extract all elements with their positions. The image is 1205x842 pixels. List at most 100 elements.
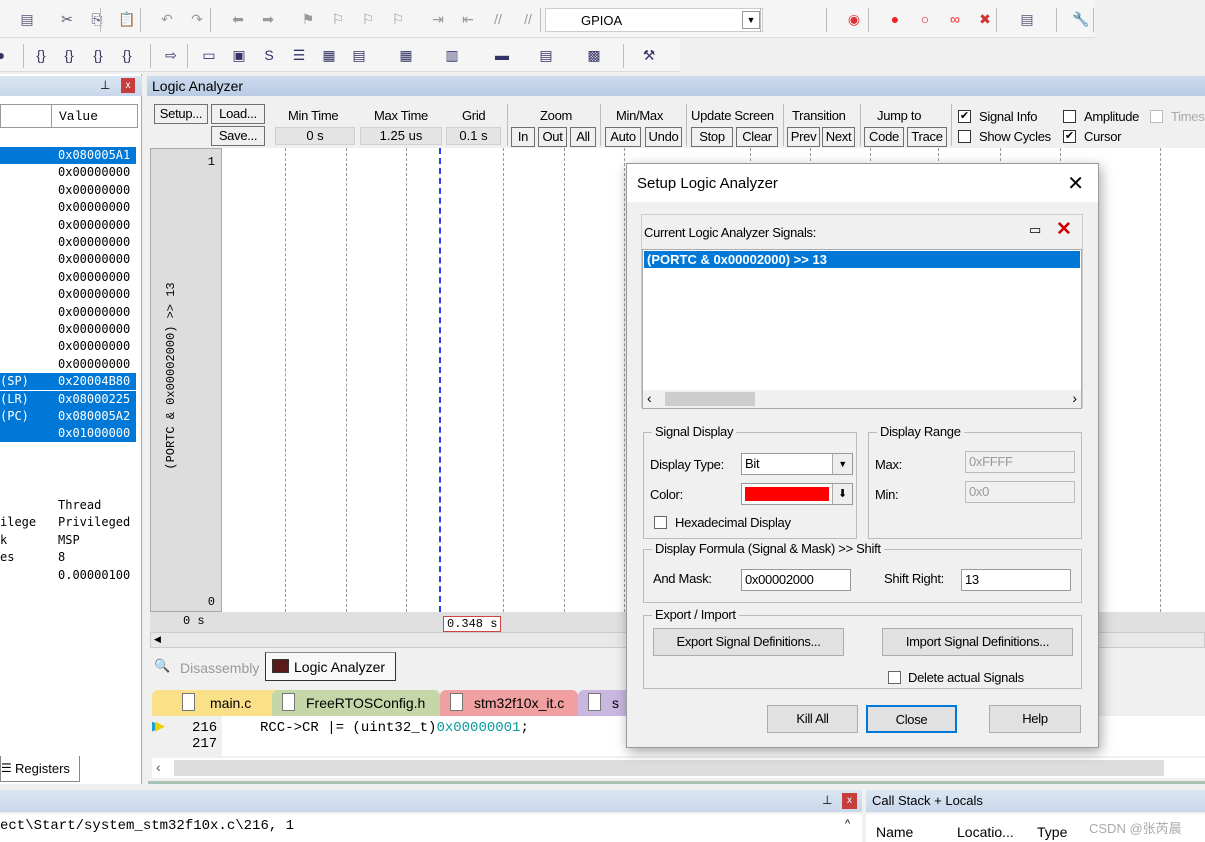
scroll-left-icon[interactable]: ‹	[156, 759, 161, 775]
and-mask-input[interactable]: 0x00002000	[741, 569, 851, 591]
registers-tab[interactable]: ☰ Registers	[0, 756, 80, 782]
signals-list[interactable]: (PORTC & 0x00002000) >> 13 ‹ ›	[642, 249, 1082, 409]
signal-name-label[interactable]: (PORTC & 0x00002000) >> 13	[164, 276, 178, 476]
column-type[interactable]: Type	[1037, 824, 1067, 840]
zoom-in-button[interactable]: In	[511, 127, 535, 147]
step-out-icon[interactable]: {}	[89, 46, 107, 64]
register-row[interactable]: 0x00000000	[0, 286, 136, 303]
disable-breakpoint-icon[interactable]: ○	[916, 10, 934, 28]
configure-icon[interactable]: 🔧	[1072, 10, 1090, 28]
signal-info-checkbox[interactable]: ✔	[958, 110, 971, 123]
auto-button[interactable]: Auto	[605, 127, 641, 147]
command-window-icon[interactable]: ▭	[200, 46, 218, 64]
signals-hscrollbar[interactable]: ‹ ›	[643, 390, 1081, 408]
cut-icon[interactable]: ✂	[58, 10, 76, 28]
kill-all-button[interactable]: Kill All	[767, 705, 858, 733]
scroll-left-icon[interactable]: ‹	[647, 390, 652, 406]
load-button[interactable]: Load...	[211, 104, 265, 124]
system-viewer-icon[interactable]: ▩	[585, 46, 603, 64]
target-combo[interactable]: GPIOA ▼	[545, 8, 763, 32]
tab-disassembly[interactable]: 🔍 Disassembly	[152, 654, 262, 680]
trace-window-icon[interactable]: ▤	[537, 46, 555, 64]
delete-actual-signals-checkbox[interactable]	[888, 671, 901, 684]
prev-button[interactable]: Prev	[787, 127, 820, 147]
clear-bookmarks-icon[interactable]: ⚐	[389, 10, 407, 28]
file-tab[interactable]: stm32f10x_it.c	[440, 690, 578, 716]
import-signals-button[interactable]: Import Signal Definitions...	[882, 628, 1073, 656]
register-row[interactable]: (SP) 0x20004B80	[0, 373, 136, 391]
run-to-cursor-icon[interactable]: {}	[118, 46, 136, 64]
symbols-window-icon[interactable]: S	[260, 46, 278, 64]
file-tab[interactable]: main.c	[152, 690, 290, 716]
signal-item[interactable]: (PORTC & 0x00002000) >> 13	[644, 251, 1080, 268]
tab-logic-analyzer[interactable]: Logic Analyzer	[265, 652, 396, 681]
scroll-left-icon[interactable]: ◀	[154, 634, 161, 645]
zoom-all-button[interactable]: All	[570, 127, 596, 147]
hex-display-checkbox[interactable]	[654, 516, 667, 529]
register-row[interactable]: 0x00000000	[0, 234, 136, 251]
new-signal-icon[interactable]: ▭	[1029, 222, 1041, 238]
breakpoint-icon[interactable]: ●	[886, 10, 904, 28]
scroll-thumb[interactable]	[665, 392, 755, 406]
timestamps-checkbox[interactable]	[1150, 110, 1163, 123]
export-signals-button[interactable]: Export Signal Definitions...	[653, 628, 844, 656]
serial-window-icon[interactable]: ▥	[443, 46, 461, 64]
watch-window-icon[interactable]: ▤	[350, 46, 368, 64]
internal-row[interactable]: es 8	[0, 549, 136, 566]
shift-right-input[interactable]: 13	[961, 569, 1071, 591]
internal-row[interactable]: Thread	[0, 497, 136, 514]
register-row[interactable]: 0x00000000	[0, 164, 136, 181]
step-into-icon[interactable]: {}	[32, 46, 50, 64]
prev-bookmark-icon[interactable]: ⚐	[329, 10, 347, 28]
register-row[interactable]: 0x00000000	[0, 356, 136, 373]
register-row[interactable]: 0x00000000	[0, 338, 136, 355]
scroll-up-icon[interactable]: ^	[845, 818, 850, 830]
close-icon[interactable]: x	[121, 78, 135, 93]
column-name[interactable]: Name	[876, 824, 913, 840]
register-row[interactable]: 0x00000000	[0, 321, 136, 338]
clear-button[interactable]: Clear	[736, 127, 778, 147]
register-row[interactable]: 0x080005A1	[0, 147, 136, 164]
copy-icon[interactable]: ⎘	[88, 10, 106, 28]
undo-button[interactable]: Undo	[645, 127, 682, 147]
register-row[interactable]: 0x00000000	[0, 182, 136, 199]
next-bookmark-icon[interactable]: ⚐	[359, 10, 377, 28]
command-output[interactable]: ect\Start/system_stm32f10x.c\216, 1 ^	[0, 814, 862, 842]
back-icon[interactable]: ⬅	[229, 10, 247, 28]
register-row[interactable]: 0x01000000	[0, 425, 136, 443]
register-row[interactable]: (PC) 0x080005A2	[0, 408, 136, 425]
code-button[interactable]: Code	[864, 127, 904, 147]
run-icon[interactable]: ◉	[845, 10, 863, 28]
register-row[interactable]: 0x00000000	[0, 199, 136, 216]
help-button[interactable]: Help	[989, 705, 1081, 733]
window-layout-icon[interactable]: ▤	[1018, 10, 1036, 28]
disassembly-window-icon[interactable]: ▣	[230, 46, 248, 64]
bookmark-icon[interactable]: ⚑	[299, 10, 317, 28]
show-next-statement-icon[interactable]: ⇨	[162, 46, 180, 64]
delete-signal-icon[interactable]: ✕	[1056, 218, 1072, 241]
disable-all-breakpoints-icon[interactable]: ∞	[946, 10, 964, 28]
paste-icon[interactable]: 📋	[118, 10, 136, 28]
register-row[interactable]: 0x00000000	[0, 251, 136, 268]
close-icon[interactable]: x	[842, 793, 857, 809]
internal-row[interactable]: ilege Privileged	[0, 514, 136, 531]
cursor-line[interactable]	[439, 148, 441, 612]
cursor-checkbox[interactable]: ✔	[1063, 130, 1076, 143]
file-tab[interactable]: FreeRTOSConfig.h	[272, 690, 440, 716]
redo-icon[interactable]: ↷	[188, 10, 206, 28]
register-row[interactable]: 0x00000000	[0, 304, 136, 321]
forward-icon[interactable]: ➡	[259, 10, 277, 28]
undo-icon[interactable]: ↶	[158, 10, 176, 28]
editor-scrollbar[interactable]: ‹	[152, 758, 1205, 778]
step-over-icon[interactable]: {}	[60, 46, 78, 64]
toolbox-icon[interactable]: ⚒	[640, 46, 658, 64]
kill-breakpoints-icon[interactable]: ✖	[976, 10, 994, 28]
column-location[interactable]: Locatio...	[957, 824, 1014, 840]
scroll-right-icon[interactable]: ›	[1072, 390, 1077, 406]
scroll-thumb[interactable]	[174, 760, 1164, 776]
analysis-window-icon[interactable]: ▬	[493, 46, 511, 64]
zoom-out-button[interactable]: Out	[538, 127, 567, 147]
indent-icon[interactable]: ⇥	[429, 10, 447, 28]
show-cycles-checkbox[interactable]	[958, 130, 971, 143]
uncomment-icon[interactable]: //	[519, 10, 537, 28]
